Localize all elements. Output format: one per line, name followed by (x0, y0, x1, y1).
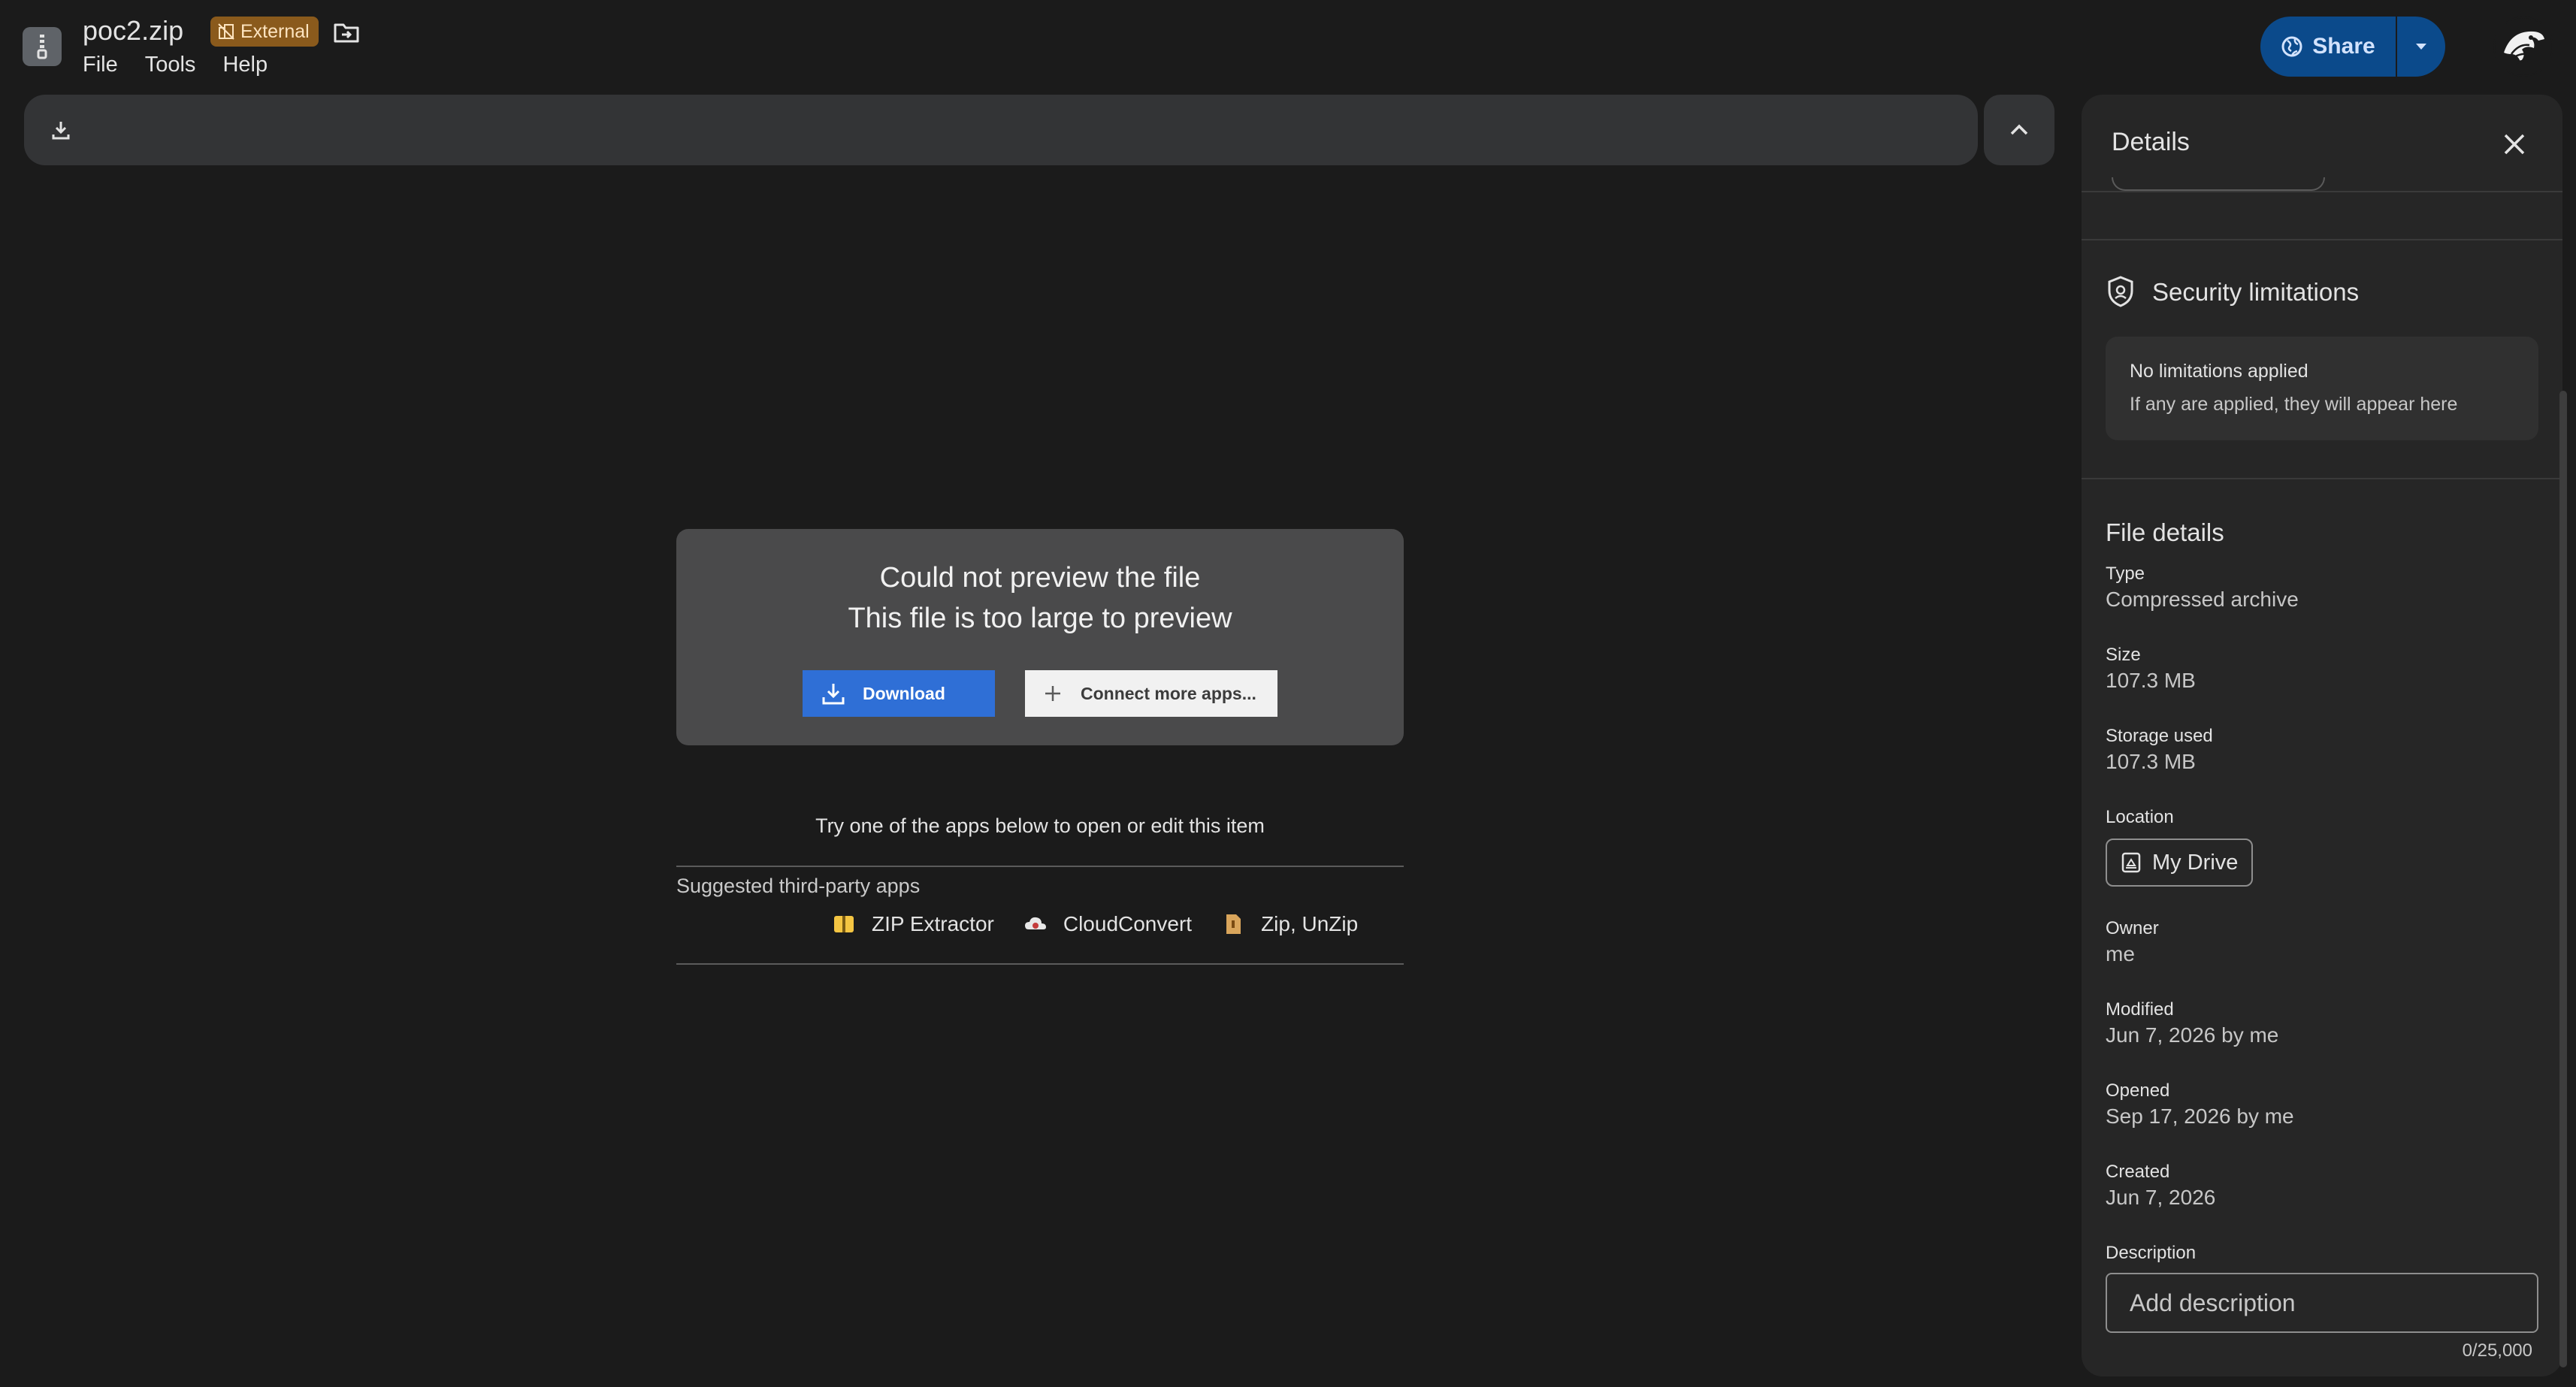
modified-value: Jun 7, 2026 by me (2106, 1023, 2279, 1047)
download-label: Download (863, 683, 945, 703)
caret-down-icon (2416, 44, 2426, 50)
app-label: CloudConvert (1063, 912, 1193, 935)
menu-help[interactable]: Help (222, 53, 268, 77)
download-icon[interactable] (47, 116, 75, 144)
details-scrollbar[interactable] (2559, 391, 2567, 1367)
storage-used-label: Storage used (2106, 726, 2213, 746)
opened-value: Sep 17, 2026 by me (2106, 1104, 2294, 1128)
owner-label: Owner (2106, 918, 2159, 938)
scrolled-chip-edge (2112, 177, 2325, 191)
drive-icon (2121, 852, 2141, 873)
menu-tools[interactable]: Tools (145, 53, 196, 77)
modified-label: Modified (2106, 999, 2174, 1020)
share-label: Share (2312, 34, 2375, 59)
owner-value: me (2106, 942, 2135, 965)
limitations-box: No limitations applied If any are applie… (2106, 337, 2538, 440)
app-zip-unzip[interactable]: Zip, UnZip (1222, 912, 1358, 936)
menu-bar: File Tools Help (83, 53, 268, 77)
external-badge-label: External (240, 20, 310, 42)
error-title: Could not preview the file (879, 562, 1201, 594)
divider (676, 963, 1404, 965)
download-button[interactable]: Download (803, 670, 995, 717)
divider (2082, 478, 2562, 479)
close-icon[interactable] (2498, 128, 2531, 161)
opened-label: Opened (2106, 1080, 2170, 1101)
download-icon (822, 684, 845, 705)
zip-extractor-icon (834, 916, 854, 932)
share-button-group: Share (2260, 17, 2445, 77)
app-label: Zip, UnZip (1261, 912, 1359, 935)
file-details-title: File details (2106, 518, 2224, 546)
file-title: poc2.zip (83, 15, 184, 46)
created-label: Created (2106, 1162, 2170, 1182)
divider (2082, 191, 2562, 192)
cloudconvert-icon (1024, 917, 1046, 929)
description-label: Description (2106, 1243, 2197, 1263)
connect-label: Connect more apps... (1081, 683, 1256, 703)
size-value: 107.3 MB (2106, 669, 2196, 692)
external-badge[interactable]: External (210, 17, 319, 47)
connect-more-apps-button[interactable]: Connect more apps... (1025, 670, 1277, 717)
shield-icon (2106, 275, 2136, 308)
share-dropdown-button[interactable] (2396, 17, 2445, 77)
preview-toolbar (24, 95, 1978, 165)
avatar[interactable] (2493, 17, 2553, 77)
limitations-title: No limitations applied (2130, 361, 2308, 382)
limitations-subtitle: If any are applied, they will appear her… (2130, 394, 2458, 415)
error-subtitle: This file is too large to preview (848, 603, 1232, 634)
details-title: Details (2112, 128, 2190, 156)
details-panel: Details Security limitations No limitati… (2082, 95, 2562, 1376)
preview-error-card: Could not preview the file This file is … (676, 529, 1404, 745)
location-chip[interactable]: My Drive (2106, 839, 2254, 887)
storage-used-value: 107.3 MB (2106, 750, 2196, 773)
created-value: Jun 7, 2026 (2106, 1186, 2216, 1209)
location-value: My Drive (2152, 850, 2239, 875)
suggested-apps-label: Suggested third-party apps (676, 875, 921, 897)
chevron-up-icon (2010, 124, 2028, 135)
plus-icon (1045, 686, 1060, 701)
collapse-toolbar-button[interactable] (1984, 95, 2054, 165)
share-button[interactable]: Share (2260, 17, 2396, 77)
try-apps-text: Try one of the apps below to open or edi… (815, 814, 1265, 837)
suggested-apps-list: ZIP Extractor CloudConvert Zip, UnZip (833, 912, 1388, 936)
divider (2082, 239, 2562, 240)
app-cloudconvert[interactable]: CloudConvert (1024, 912, 1192, 936)
external-domain-icon (218, 23, 234, 40)
zip-file-icon (23, 27, 62, 66)
description-input[interactable] (2106, 1273, 2538, 1333)
security-limitations-title: Security limitations (2152, 278, 2360, 306)
type-label: Type (2106, 564, 2145, 584)
type-value: Compressed archive (2106, 588, 2299, 611)
menu-file[interactable]: File (83, 53, 118, 77)
app-zip-extractor[interactable]: ZIP Extractor (833, 912, 994, 936)
zip-unzip-icon (1226, 914, 1241, 934)
description-counter: 0/25,000 (2462, 1340, 2532, 1361)
size-label: Size (2106, 645, 2141, 665)
divider (676, 866, 1404, 867)
location-label: Location (2106, 807, 2174, 827)
move-to-folder-icon[interactable] (332, 18, 361, 47)
app-label: ZIP Extractor (872, 912, 994, 935)
globe-icon (2281, 36, 2302, 57)
